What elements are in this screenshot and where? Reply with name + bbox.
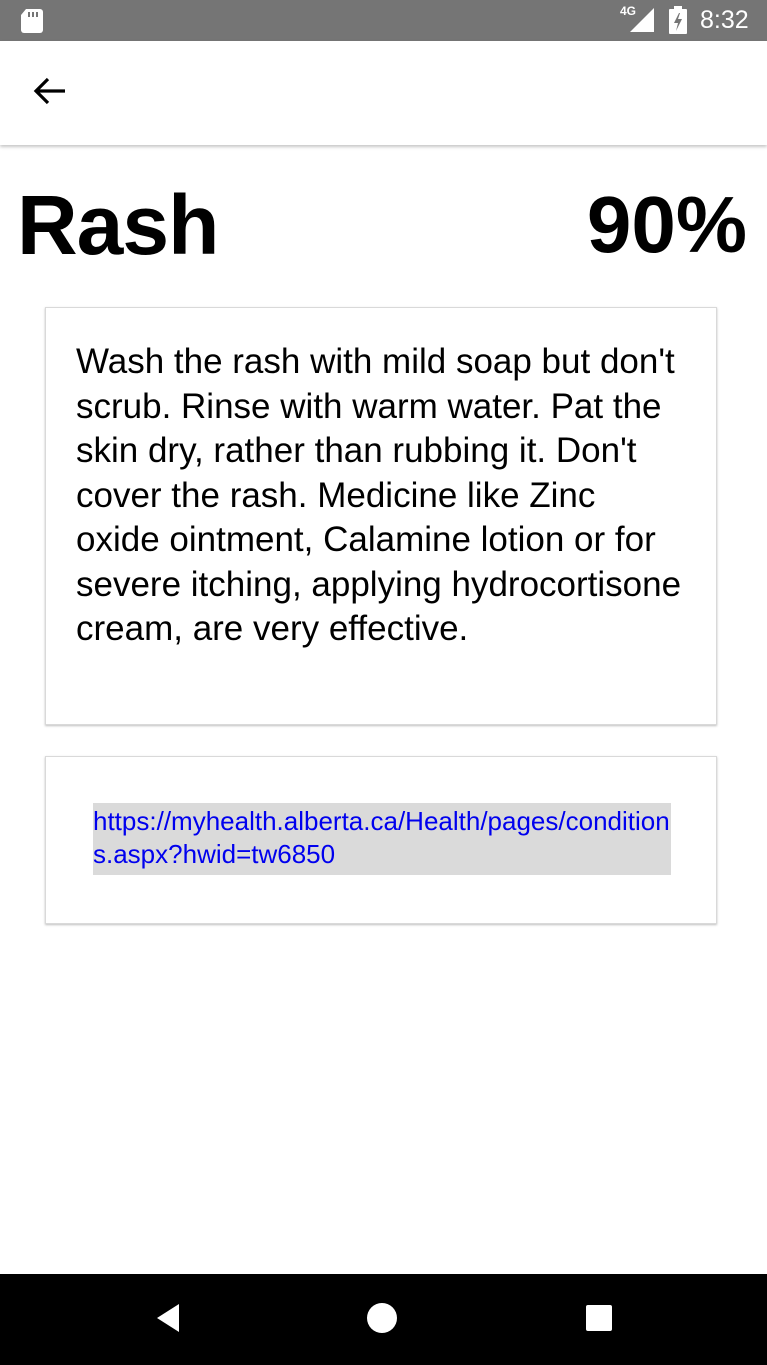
link-card: https://myhealth.alberta.ca/Health/pages… [45,756,717,924]
condition-header: Rash 90% [0,180,767,270]
source-link[interactable]: https://myhealth.alberta.ca/Health/pages… [93,805,671,871]
signal-icon: 4G [620,4,656,34]
recents-square-icon [584,1303,614,1338]
back-button[interactable] [22,71,78,115]
status-time: 8:32 [700,6,749,34]
sd-card-icon [20,8,44,34]
advice-text: Wash the rash with mild soap but don't s… [76,342,682,648]
advice-card: Wash the rash with mild soap but don't s… [45,307,717,725]
confidence-percent: 90% [586,180,747,269]
navigation-bar [0,1274,767,1365]
back-triangle-icon [153,1301,183,1340]
arrow-left-icon [33,76,67,111]
nav-back-button[interactable] [144,1296,192,1344]
nav-recents-button[interactable] [575,1296,623,1344]
status-bar: 4G 8:32 [0,0,767,41]
nav-home-button[interactable] [358,1296,406,1344]
link-highlight: https://myhealth.alberta.ca/Health/pages… [93,803,671,875]
battery-charging-icon [667,6,689,34]
network-type-label: 4G [620,4,636,18]
home-circle-icon [365,1301,399,1340]
condition-title: Rash [17,178,219,272]
app-bar [0,41,767,145]
